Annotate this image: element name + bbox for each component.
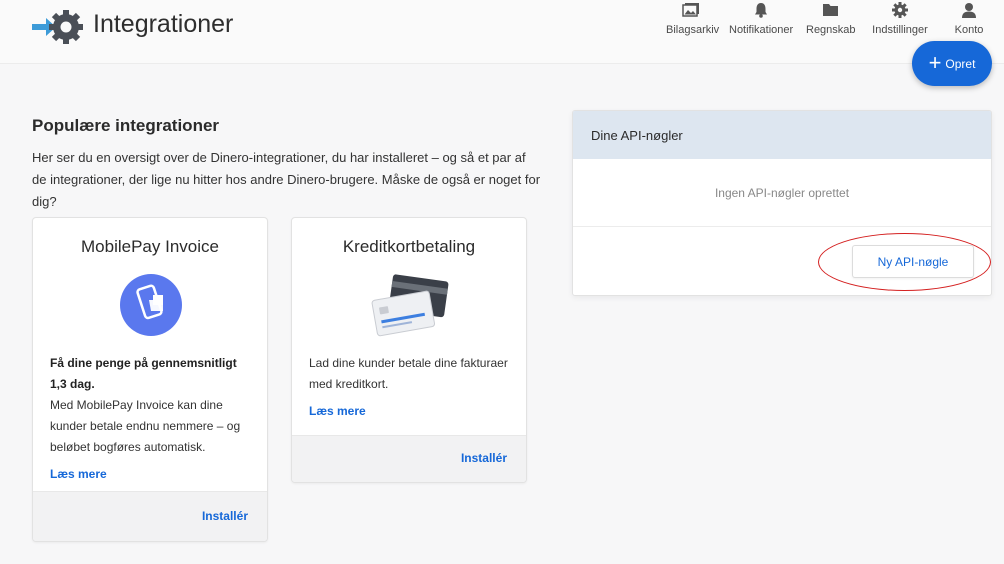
integration-card-creditcard: Kreditkortbetaling Lad dine kunder betal… [291,217,527,483]
photo-archive-icon [666,2,716,20]
nav-label: Regnskab [806,24,856,36]
card-title: Kreditkortbetaling [342,237,476,256]
nav-label: Konto [954,24,984,36]
nav-notifikationer[interactable]: Notifikationer [729,2,793,36]
new-api-key-button[interactable]: Ny API-nøgle [852,245,974,278]
folder-icon [806,2,854,20]
api-panel-title: Dine API-nøgler [573,111,991,159]
user-icon [954,2,984,20]
gear-icon [872,2,928,20]
nav-regnskab[interactable]: Regnskab [806,2,856,36]
card-title: MobilePay Invoice [81,237,219,256]
nav-indstillinger[interactable]: Indstillinger [872,2,928,36]
nav-label: Bilagsarkiv [666,24,720,36]
card-body: Lad dine kunder betale dine fakturaer me… [309,356,508,391]
card-text: Med MobilePay Invoice kan dine kunder be… [50,398,241,454]
plus-icon: + [928,49,942,75]
mobilepay-icon [120,274,182,336]
nav-bilagsarkiv[interactable]: Bilagsarkiv [666,2,720,36]
credit-cards-icon [371,274,449,337]
card-highlight: Få dine penge på gennemsnitligt 1,3 dag. [50,356,237,391]
bell-icon [729,2,793,20]
create-button[interactable]: + Opret [912,41,992,86]
card-footer: Installér [33,491,267,541]
read-more-link[interactable]: Læs mere [309,404,366,418]
card-footer: Installér [292,435,526,482]
app-header: Integrationer Bilagsarkiv Notifikationer… [0,0,1004,64]
page-title: Integrationer [93,10,234,38]
nav-label: Indstillinger [872,24,928,36]
nav-label: Notifikationer [729,24,794,36]
api-empty-state: Ingen API-nøgler oprettet [573,159,991,227]
dinero-logo-icon [32,10,83,44]
read-more-link[interactable]: Læs mere [50,467,107,481]
nav-konto[interactable]: Konto [954,2,984,36]
install-link[interactable]: Installér [461,451,507,465]
install-link[interactable]: Installér [202,509,248,523]
section-description: Her ser du en oversigt over de Dinero-in… [32,150,541,209]
card-body: Få dine penge på gennemsnitligt 1,3 dag.… [50,353,250,458]
create-button-label: Opret [945,56,976,71]
section-title: Populære integrationer [32,116,220,135]
integration-card-mobilepay: MobilePay Invoice Få dine penge på genne… [32,217,268,542]
